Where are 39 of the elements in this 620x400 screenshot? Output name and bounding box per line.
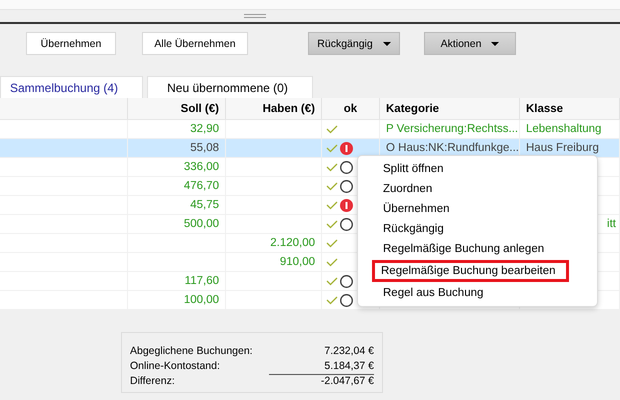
amount-text: 336,00 [184,161,219,173]
toolbar-button[interactable]: Rückgängig [308,32,400,55]
category-text: P Versicherung:Rechtss... [386,123,518,135]
class-text: itt [607,218,616,230]
menu-item[interactable]: Zuordnen [360,179,567,199]
summary-value: -2.047,67 € [269,374,374,387]
amount-text: 45,75 [190,199,219,211]
column-header[interactable]: ok [322,98,380,119]
menu-item[interactable]: Regelmäßige Buchung bearbeiten [372,260,569,282]
toolbar-button[interactable]: Alle Übernehmen [142,32,248,55]
amount-text: 32,90 [190,123,219,135]
amount-text: 100,00 [184,294,219,306]
caret-icon [382,42,391,46]
column-header[interactable]: Haben (€) [226,98,322,119]
summary-value: 7.232,04 € [324,344,374,356]
column-header[interactable]: Soll (€) [128,98,226,119]
class-text: Lebenshaltung [526,123,602,135]
class-text: Haus Freiburg [526,142,599,154]
grip-icon [244,14,266,18]
column-header[interactable]: Klasse [520,98,620,119]
amount-text: 500,00 [184,218,219,230]
category-text: O Haus:NK:Rundfunkge... [386,142,519,154]
summary-label: Abgeglichene Buchungen: [130,344,253,356]
tab[interactable]: Neu übernommene (0) [147,76,313,98]
menu-item[interactable]: Splitt öffnen [360,159,567,179]
amount-text: 2.120,00 [270,237,315,249]
amount-text: 117,60 [184,275,219,287]
amount-text: 476,70 [184,180,219,192]
amount-text: 910,00 [280,256,315,268]
toolbar-button[interactable]: Aktionen [424,32,516,55]
summary-label: Differenz: [130,374,175,386]
caret-icon [491,42,500,46]
amount-text: 55,08 [190,142,219,154]
column-header[interactable]: Kategorie [380,98,520,119]
summary-label: Online-Kontostand: [130,360,220,372]
toolbar-button[interactable]: Übernehmen [26,32,116,55]
tab[interactable]: Sammelbuchung (4) [0,76,143,98]
selected-row[interactable]: 55,08 O Haus:NK:Rundfunkge... Haus Freiburg [0,139,620,158]
summary-value: 5.184,37 € [324,360,374,372]
